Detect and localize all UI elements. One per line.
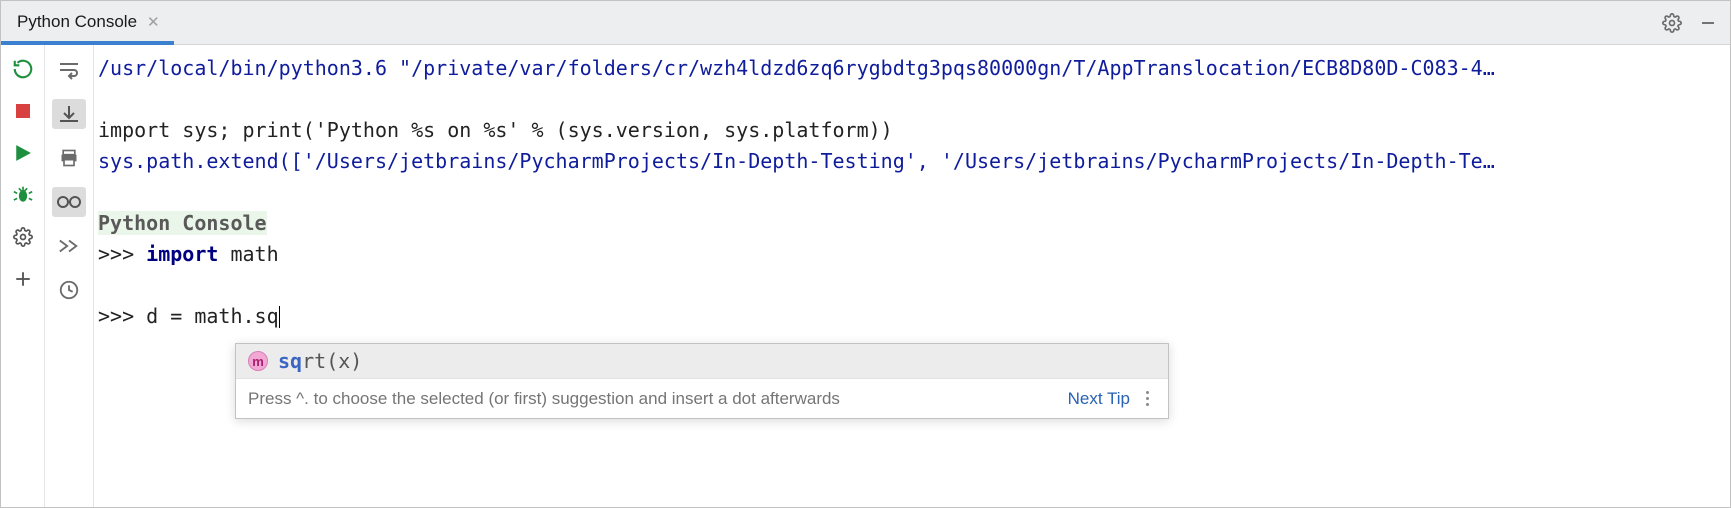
browse-history-button[interactable]	[52, 231, 86, 261]
soft-wrap-button[interactable]	[52, 55, 86, 85]
completion-tip: Press ^. to choose the selected (or firs…	[248, 389, 1060, 409]
completion-text: sqrt(x)	[278, 349, 362, 373]
run-button[interactable]	[9, 139, 37, 167]
import-module: math	[218, 242, 278, 266]
tab-python-console[interactable]: Python Console ✕	[1, 3, 174, 45]
debug-button[interactable]	[9, 181, 37, 209]
interpreter-path: /usr/local/bin/python3.6 "/private/var/f…	[98, 56, 1495, 80]
stop-button[interactable]	[9, 97, 37, 125]
print-button[interactable]	[52, 143, 86, 173]
more-icon[interactable]	[1138, 391, 1156, 406]
new-console-button[interactable]	[9, 265, 37, 293]
history-button[interactable]	[52, 275, 86, 305]
completion-popup: m sqrt(x) Press ^. to choose the selecte…	[235, 343, 1169, 419]
caret	[279, 306, 280, 328]
rerun-button[interactable]	[9, 55, 37, 83]
minimize-icon[interactable]	[1696, 11, 1720, 35]
completion-item[interactable]: m sqrt(x)	[236, 344, 1168, 378]
kw-import: import	[146, 242, 218, 266]
tab-label: Python Console	[17, 12, 137, 32]
gear-icon[interactable]	[1660, 11, 1684, 35]
current-input: d = math.sq	[146, 304, 278, 328]
syspath-line: sys.path.extend(['/Users/jetbrains/Pycha…	[98, 149, 1495, 173]
scroll-to-end-button[interactable]	[52, 99, 86, 129]
import-sys-line: import sys; print('Python %s on %s' % (s…	[98, 118, 893, 142]
prompt: >>>	[98, 242, 146, 266]
prompt: >>>	[98, 304, 146, 328]
show-variables-button[interactable]	[52, 187, 86, 217]
next-tip-link[interactable]: Next Tip	[1068, 389, 1130, 409]
method-icon: m	[248, 351, 268, 371]
console-output[interactable]: /usr/local/bin/python3.6 "/private/var/f…	[94, 45, 1730, 507]
close-icon[interactable]: ✕	[147, 13, 160, 31]
console-header: Python Console	[98, 211, 267, 235]
settings-button[interactable]	[9, 223, 37, 251]
